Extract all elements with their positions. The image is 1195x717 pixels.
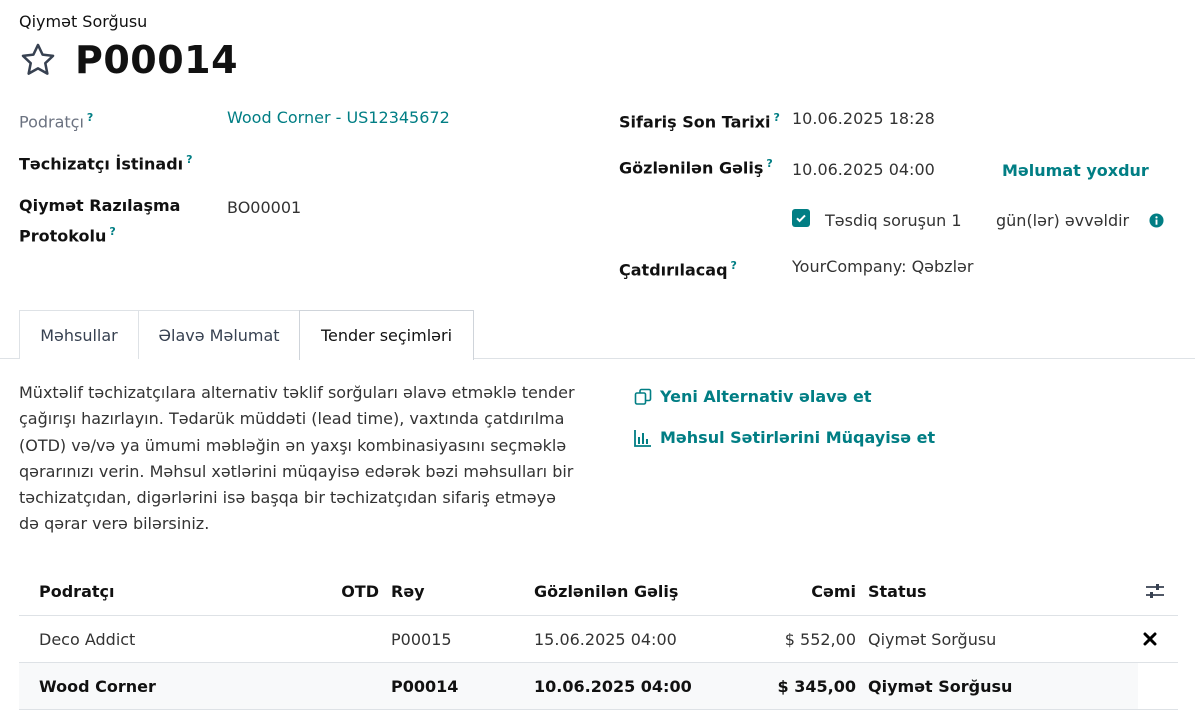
row-otd — [319, 663, 379, 709]
order-deadline-field[interactable]: 10.06.2025 18:28 — [792, 106, 935, 132]
info-circle-icon[interactable] — [1149, 213, 1164, 228]
check-icon — [796, 214, 806, 223]
copy-icon — [634, 388, 652, 405]
vendor-field[interactable]: Wood Corner - US12345672 — [227, 105, 450, 131]
remove-row-button[interactable] — [1143, 616, 1157, 662]
table-row[interactable]: Deco Addict P00015 15.06.2025 04:00 $ 55… — [19, 616, 1178, 663]
deliver-to-label-text: Çatdırılacaq — [619, 260, 728, 280]
row-reference: P00015 — [391, 629, 452, 649]
vendor-label: Podratçı? — [19, 105, 93, 135]
bar-chart-icon — [634, 429, 651, 447]
help-icon[interactable]: ? — [109, 225, 115, 238]
alternatives-description: Müxtəlif təchizatçılara alternativ təkli… — [19, 383, 575, 534]
compare-lines-label: Məhsul Sətirlərini Müqayisə et — [660, 428, 936, 447]
row-otd — [319, 616, 379, 662]
row-total: $ 345,00 — [777, 676, 856, 696]
page-title: P00014 — [75, 38, 239, 82]
agreement-field[interactable]: BO00001 — [227, 195, 301, 221]
tab-other-info[interactable]: Əlavə Məlumat — [138, 310, 300, 359]
row-expected-arrival: 10.06.2025 04:00 — [534, 676, 692, 696]
compare-lines-button[interactable]: Məhsul Sətirlərini Müqayisə et — [634, 428, 935, 447]
column-header-status[interactable]: Status — [868, 567, 927, 615]
agreement-label: Qiymət Razılaşma Protokolu? — [19, 193, 180, 249]
add-alternative-button[interactable]: Yeni Alternativ əlavə et — [634, 387, 871, 406]
expected-arrival-label-text: Gözlənilən Gəliş — [619, 158, 764, 178]
agreement-label-line2: Protokolu — [19, 226, 107, 246]
help-icon[interactable]: ? — [731, 259, 737, 272]
alternatives-table: Podratçı OTD Rəy Gözlənilən Gəliş Cəmi S… — [19, 567, 1178, 710]
deliver-to-label: Çatdırılacaq? — [619, 253, 737, 283]
help-icon[interactable]: ? — [87, 111, 93, 124]
tab-products[interactable]: Məhsullar — [19, 310, 139, 359]
vendor-label-text: Podratçı — [19, 112, 84, 132]
deliver-to-field[interactable]: YourCompany: Qəbzlər — [792, 254, 973, 280]
column-header-total[interactable]: Cəmi — [719, 567, 856, 615]
help-icon[interactable]: ? — [774, 111, 780, 124]
on-time-rate-badge: Məlumat yoxdur — [1002, 161, 1149, 180]
row-reference: P00014 — [391, 676, 459, 696]
row-status: Qiymət Sorğusu — [868, 676, 1013, 696]
column-header-expected-arrival[interactable]: Gözlənilən Gəliş — [534, 567, 678, 615]
vendor-reference-label-text: Təchizatçı İstinadı — [19, 154, 184, 174]
agreement-label-line1: Qiymət Razılaşma — [19, 196, 181, 215]
row-vendor: Deco Addict — [39, 629, 136, 649]
title-row: P00014 — [19, 38, 238, 82]
add-alternative-label: Yeni Alternativ əlavə et — [660, 387, 872, 406]
column-settings-button[interactable] — [1145, 567, 1165, 615]
expected-arrival-field[interactable]: 10.06.2025 04:00 — [792, 157, 935, 183]
row-status: Qiymət Sorğusu — [868, 629, 997, 649]
column-header-reference[interactable]: Rəy — [391, 567, 425, 615]
star-outline-icon[interactable] — [19, 41, 57, 79]
close-icon — [1143, 632, 1157, 646]
row-expected-arrival: 15.06.2025 04:00 — [534, 629, 677, 649]
tab-alternatives[interactable]: Tender seçimləri — [299, 310, 474, 360]
vendor-reference-field[interactable] — [227, 147, 527, 173]
help-icon[interactable]: ? — [766, 157, 772, 170]
table-row[interactable]: Wood Corner P00014 10.06.2025 04:00 $ 34… — [19, 663, 1178, 710]
notebook-tabs: Məhsullar Əlavə Məlumat Tender seçimləri — [0, 310, 1195, 360]
row-vendor: Wood Corner — [39, 676, 156, 696]
sliders-icon — [1146, 584, 1164, 598]
order-deadline-label: Sifariş Son Tarixi? — [619, 105, 780, 135]
column-header-otd[interactable]: OTD — [319, 567, 379, 615]
vendor-reference-label: Təchizatçı İstinadı? — [19, 147, 193, 177]
ask-confirmation-label: Təsdiq soruşun 1 — [825, 211, 962, 230]
help-icon[interactable]: ? — [186, 153, 192, 166]
table-header: Podratçı OTD Rəy Gözlənilən Gəliş Cəmi S… — [19, 567, 1178, 616]
ask-confirmation-suffix: gün(lər) əvvəldir — [996, 211, 1130, 230]
column-header-vendor[interactable]: Podratçı — [39, 567, 114, 615]
row-total: $ 552,00 — [784, 629, 856, 649]
breadcrumb[interactable]: Qiymət Sorğusu — [19, 12, 147, 31]
expected-arrival-label: Gözlənilən Gəliş? — [619, 151, 773, 181]
order-deadline-label-text: Sifariş Son Tarixi — [619, 112, 771, 132]
ask-confirmation-checkbox[interactable] — [792, 209, 810, 227]
